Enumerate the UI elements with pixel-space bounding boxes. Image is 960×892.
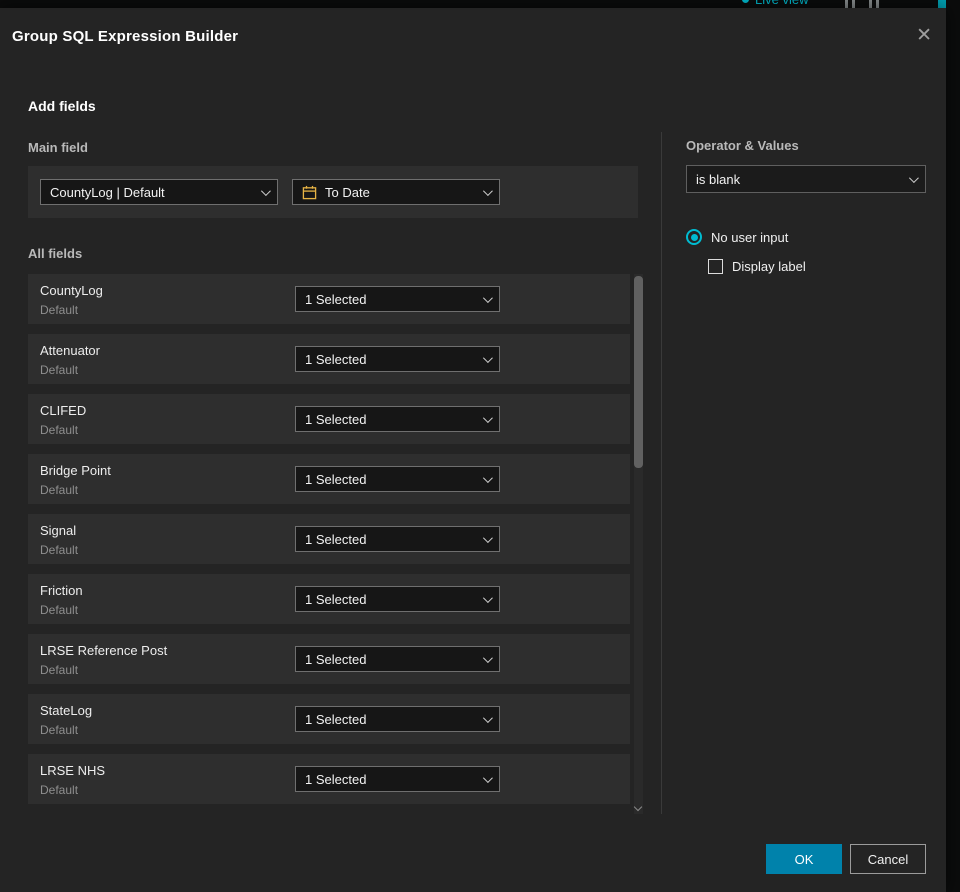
checkbox-label: Display label <box>732 259 806 274</box>
field-selected-dropdown[interactable]: 1 Selected <box>295 406 500 432</box>
cancel-button[interactable]: Cancel <box>850 844 926 874</box>
field-selected-dropdown[interactable]: 1 Selected <box>295 766 500 792</box>
chevron-down-icon <box>482 712 493 723</box>
main-field-panel: CountyLog | Default To Date <box>28 166 638 218</box>
field-name: Bridge Point <box>40 463 111 478</box>
field-subtitle: Default <box>40 483 79 497</box>
field-selected-dropdown[interactable]: 1 Selected <box>295 526 500 552</box>
field-row: CountyLog Default 1 Selected <box>28 274 630 324</box>
close-icon[interactable]: ✕ <box>916 26 932 45</box>
checkbox-unchecked-icon <box>708 259 723 274</box>
panel-toggle-icon[interactable] <box>869 0 879 8</box>
field-subtitle: Default <box>40 603 79 617</box>
dialog-title: Group SQL Expression Builder <box>12 28 239 45</box>
field-subtitle: Default <box>40 663 79 677</box>
field-name: StateLog <box>40 703 93 718</box>
field-selected-dropdown[interactable]: 1 Selected <box>295 646 500 672</box>
field-name: Attenuator <box>40 343 100 358</box>
add-fields-heading: Add fields <box>28 98 96 114</box>
column-divider <box>661 132 662 814</box>
all-fields-label: All fields <box>28 246 83 261</box>
chevron-down-icon <box>908 172 919 183</box>
panel-toggle-icon[interactable] <box>845 0 855 8</box>
no-user-input-radio[interactable]: No user input <box>686 229 788 245</box>
field-row: StateLog Default 1 Selected <box>28 694 630 744</box>
chevron-down-icon <box>482 352 493 363</box>
field-name: Signal <box>40 523 77 538</box>
chevron-down-icon <box>482 772 493 783</box>
chevron-down-icon <box>482 185 493 196</box>
field-row: LRSE NHS Default 1 Selected <box>28 754 630 804</box>
field-selected-value: 1 Selected <box>305 531 367 547</box>
radio-label: No user input <box>711 229 789 245</box>
live-view-toggle[interactable]: Live view <box>742 0 808 7</box>
scrollbar-thumb[interactable] <box>634 276 643 468</box>
calendar-icon <box>302 185 317 199</box>
scrollbar-down-arrow-icon[interactable] <box>633 802 643 812</box>
field-name: CLIFED <box>40 403 87 418</box>
main-field-dropdown-value: CountyLog | Default <box>50 184 165 200</box>
group-sql-expression-builder-dialog: Group SQL Expression Builder ✕ Add field… <box>0 8 946 892</box>
field-subtitle: Default <box>40 783 79 797</box>
field-selected-dropdown[interactable]: 1 Selected <box>295 286 500 312</box>
field-selected-value: 1 Selected <box>305 591 367 607</box>
date-field-dropdown[interactable]: To Date <box>292 179 500 205</box>
display-label-checkbox[interactable]: Display label <box>708 259 806 274</box>
field-row: CLIFED Default 1 Selected <box>28 394 630 444</box>
field-selected-value: 1 Selected <box>305 771 367 787</box>
toolbar-icons <box>845 0 879 8</box>
chevron-down-icon <box>482 652 493 663</box>
field-subtitle: Default <box>40 303 79 317</box>
field-row: Signal Default 1 Selected <box>28 514 630 564</box>
field-selected-dropdown[interactable]: 1 Selected <box>295 346 500 372</box>
field-name: LRSE Reference Post <box>40 643 168 658</box>
field-subtitle: Default <box>40 423 79 437</box>
operator-dropdown[interactable]: is blank <box>686 165 926 193</box>
field-row: Attenuator Default 1 Selected <box>28 334 630 384</box>
field-row: Bridge Point Default 1 Selected <box>28 454 630 504</box>
field-selected-value: 1 Selected <box>305 651 367 667</box>
date-dropdown-value: To Date <box>325 184 370 200</box>
app-background <box>946 0 960 892</box>
field-name: LRSE NHS <box>40 763 106 778</box>
main-field-dropdown[interactable]: CountyLog | Default <box>40 179 278 205</box>
live-view-dot-icon <box>742 0 749 3</box>
live-view-label: Live view <box>755 0 808 7</box>
field-selected-value: 1 Selected <box>305 351 367 367</box>
chevron-down-icon <box>482 532 493 543</box>
chevron-down-icon <box>482 292 493 303</box>
field-selected-dropdown[interactable]: 1 Selected <box>295 466 500 492</box>
field-subtitle: Default <box>40 723 79 737</box>
radio-selected-icon <box>686 229 702 245</box>
chevron-down-icon <box>482 412 493 423</box>
field-selected-value: 1 Selected <box>305 471 367 487</box>
field-name: Friction <box>40 583 83 598</box>
app-toolbar-strip: Live view <box>0 0 960 8</box>
field-subtitle: Default <box>40 543 79 557</box>
chevron-down-icon <box>482 472 493 483</box>
field-row: Friction Default 1 Selected <box>28 574 630 624</box>
field-selected-dropdown[interactable]: 1 Selected <box>295 706 500 732</box>
main-field-label: Main field <box>28 140 88 155</box>
operator-values-label: Operator & Values <box>686 138 799 153</box>
field-selected-dropdown[interactable]: 1 Selected <box>295 586 500 612</box>
ok-button[interactable]: OK <box>766 844 842 874</box>
field-row: LRSE Reference Post Default 1 Selected <box>28 634 630 684</box>
chevron-down-icon <box>482 592 493 603</box>
field-selected-value: 1 Selected <box>305 711 367 727</box>
chevron-down-icon <box>260 185 271 196</box>
all-fields-list: CountyLog Default 1 Selected Attenuator … <box>28 274 630 814</box>
operator-dropdown-value: is blank <box>696 171 741 187</box>
field-subtitle: Default <box>40 363 79 377</box>
field-selected-value: 1 Selected <box>305 291 367 307</box>
fields-scrollbar[interactable] <box>633 274 643 814</box>
field-selected-value: 1 Selected <box>305 411 367 427</box>
field-name: CountyLog <box>40 283 103 298</box>
